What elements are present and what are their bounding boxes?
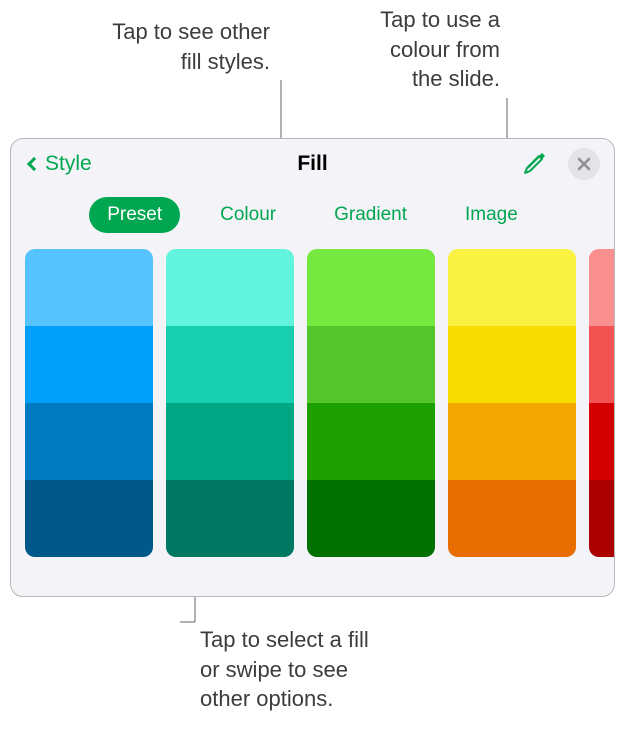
swatch-column [589,249,614,557]
back-label: Style [45,152,92,176]
panel-title: Fill [297,152,327,176]
color-swatch[interactable] [166,403,294,480]
color-swatch[interactable] [166,480,294,557]
color-swatch[interactable] [448,403,576,480]
callout-swatches: Tap to select a fill or swipe to see oth… [200,625,480,714]
color-swatch[interactable] [589,480,614,557]
color-swatch[interactable] [25,480,153,557]
color-swatch[interactable] [589,249,614,326]
tab-colour[interactable]: Colour [202,197,294,233]
fill-panel: Style Fill Preset Colour Gradient Image [10,138,615,597]
color-swatch[interactable] [307,403,435,480]
close-icon [577,157,591,171]
eyedropper-button[interactable] [520,149,550,179]
color-swatch[interactable] [25,403,153,480]
swatch-column [448,249,576,557]
color-swatch[interactable] [589,403,614,480]
close-button[interactable] [568,148,600,180]
color-swatch[interactable] [166,326,294,403]
swatch-column [166,249,294,557]
tab-gradient[interactable]: Gradient [316,197,425,233]
eyedropper-icon [522,151,548,177]
color-swatch[interactable] [25,249,153,326]
fill-style-tabs: Preset Colour Gradient Image [11,189,614,249]
tab-image[interactable]: Image [447,197,536,233]
color-swatch[interactable] [448,249,576,326]
swatch-scroll-area[interactable] [11,249,614,557]
color-swatch[interactable] [307,326,435,403]
back-button[interactable]: Style [29,152,92,176]
tab-preset[interactable]: Preset [89,197,180,233]
swatch-column [307,249,435,557]
color-swatch[interactable] [589,326,614,403]
color-swatch[interactable] [25,326,153,403]
callout-eyedropper: Tap to use a colour from the slide. [330,5,500,94]
color-swatch[interactable] [307,480,435,557]
callout-fill-styles: Tap to see other fill styles. [60,17,270,76]
color-swatch[interactable] [448,480,576,557]
panel-header: Style Fill [11,139,614,189]
swatch-column [25,249,153,557]
color-swatch[interactable] [448,326,576,403]
color-swatch[interactable] [307,249,435,326]
chevron-left-icon [27,157,41,171]
color-swatch[interactable] [166,249,294,326]
